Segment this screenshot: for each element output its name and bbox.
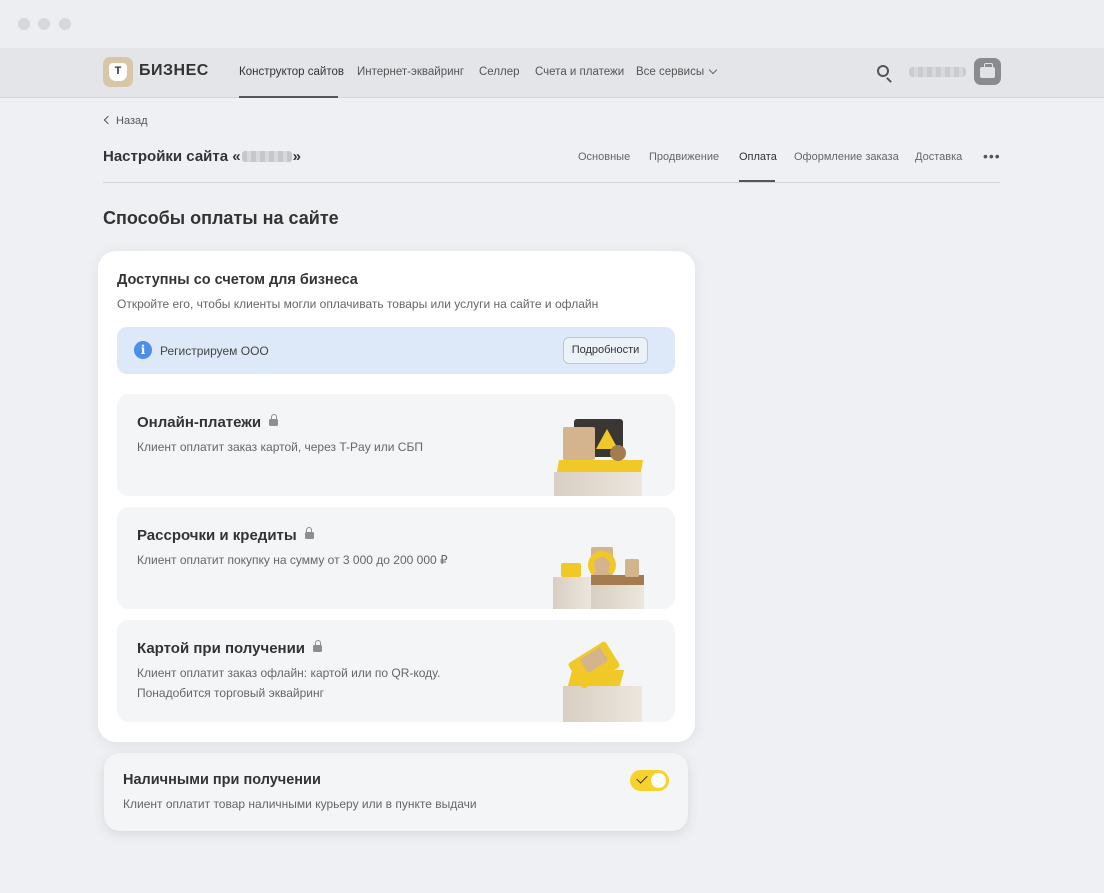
toggle-knob (651, 773, 666, 788)
illustration-gift (561, 563, 581, 577)
method-title-text: Онлайн-платежи (137, 414, 262, 431)
window-close-dot[interactable] (18, 18, 30, 30)
window-titlebar (0, 0, 1104, 48)
back-link[interactable]: Назад (103, 115, 148, 127)
chevron-left-icon (103, 115, 113, 125)
page-title-suffix: » (292, 148, 301, 165)
nav-item-all-services-label: Все сервисы (636, 66, 705, 78)
window-minimize-dot[interactable] (38, 18, 50, 30)
lock-icon (313, 640, 323, 652)
check-icon (636, 772, 648, 784)
illustration-pedestal-right (591, 585, 644, 609)
info-banner: i Регистрируем ООО Подробности (117, 327, 675, 374)
method-desc-line-2: Понадобится торговый эквайринг (137, 686, 324, 700)
cash-toggle[interactable] (630, 770, 669, 791)
method-desc: Клиент оплатит заказ офлайн: картой или … (137, 666, 441, 680)
more-icon[interactable]: ••• (983, 149, 1001, 163)
logo-icon[interactable]: Т (103, 57, 133, 87)
illustration-headphones (588, 551, 616, 579)
tabs-divider (103, 182, 1000, 183)
illustration-pedestal-left (553, 577, 591, 609)
tab-checkout[interactable]: Оформление заказа (794, 151, 899, 163)
window-maximize-dot[interactable] (59, 18, 71, 30)
chevron-down-icon (708, 65, 718, 75)
method-desc: Клиент оплатит покупку на сумму от 3 000… (137, 553, 448, 567)
illustration-pedestal (563, 686, 642, 722)
illustration-package (625, 559, 639, 577)
method-title-text: Картой при получении (137, 640, 306, 657)
tab-delivery[interactable]: Доставка (915, 151, 962, 163)
nav-item-internet-acquiring[interactable]: Интернет-эквайринг (357, 66, 464, 78)
method-title: Онлайн-платежи (137, 414, 279, 431)
user-name-redacted (909, 67, 966, 77)
payment-method-card-on-delivery[interactable]: Картой при получении Клиент оплатит зака… (117, 620, 675, 722)
page-title: Настройки сайта « » (103, 148, 301, 165)
avatar[interactable] (974, 58, 1001, 85)
search-icon[interactable] (877, 65, 889, 77)
card-subtitle: Откройте его, чтобы клиенты могли оплачи… (117, 297, 599, 311)
briefcase-icon (980, 63, 995, 78)
nav-active-underline (239, 96, 338, 98)
nav-item-accounts-payments[interactable]: Счета и платежи (535, 66, 624, 78)
nav-item-all-services[interactable]: Все сервисы (636, 65, 718, 78)
method-title: Рассрочки и кредиты (137, 527, 314, 544)
details-button[interactable]: Подробности (563, 337, 648, 364)
nav-item-seller[interactable]: Селлер (479, 66, 520, 78)
illustration-coin (610, 445, 626, 461)
site-name-redacted (241, 150, 292, 162)
method-title: Картой при получении (137, 640, 323, 657)
payment-method-online[interactable]: Онлайн-платежи Клиент оплатит заказ карт… (117, 394, 675, 496)
lock-icon (269, 414, 279, 426)
brand-name[interactable]: БИЗНЕС (139, 62, 209, 80)
banner-text: Регистрируем ООО (160, 344, 269, 358)
cash-desc: Клиент оплатит товар наличными курьеру и… (123, 797, 477, 811)
cash-title: Наличными при получении (123, 772, 321, 788)
illustration-gold-base (556, 460, 644, 472)
tab-promotion[interactable]: Продвижение (649, 151, 719, 163)
back-label: Назад (116, 115, 148, 127)
logo-letter: Т (109, 63, 127, 81)
payment-method-installments[interactable]: Рассрочки и кредиты Клиент оплатит покуп… (117, 507, 675, 609)
info-icon: i (134, 341, 152, 359)
tab-payment[interactable]: Оплата (739, 151, 777, 163)
top-header: Т БИЗНЕС Конструктор сайтов Интернет-экв… (0, 48, 1104, 98)
tab-main[interactable]: Основные (578, 151, 630, 163)
business-account-card: Доступны со счетом для бизнеса Откройте … (98, 251, 695, 742)
illustration-pedestal (554, 472, 642, 496)
method-title-text: Рассрочки и кредиты (137, 527, 297, 544)
section-title: Способы оплаты на сайте (103, 208, 339, 228)
lock-icon (304, 527, 314, 539)
cash-on-delivery-card: Наличными при получении Клиент оплатит т… (104, 753, 688, 831)
method-desc: Клиент оплатит заказ картой, через T-Pay… (137, 440, 423, 454)
nav-item-site-builder[interactable]: Конструктор сайтов (239, 66, 344, 78)
card-title: Доступны со счетом для бизнеса (117, 272, 358, 288)
illustration-box (563, 427, 595, 460)
page-title-prefix: Настройки сайта « (103, 148, 241, 165)
